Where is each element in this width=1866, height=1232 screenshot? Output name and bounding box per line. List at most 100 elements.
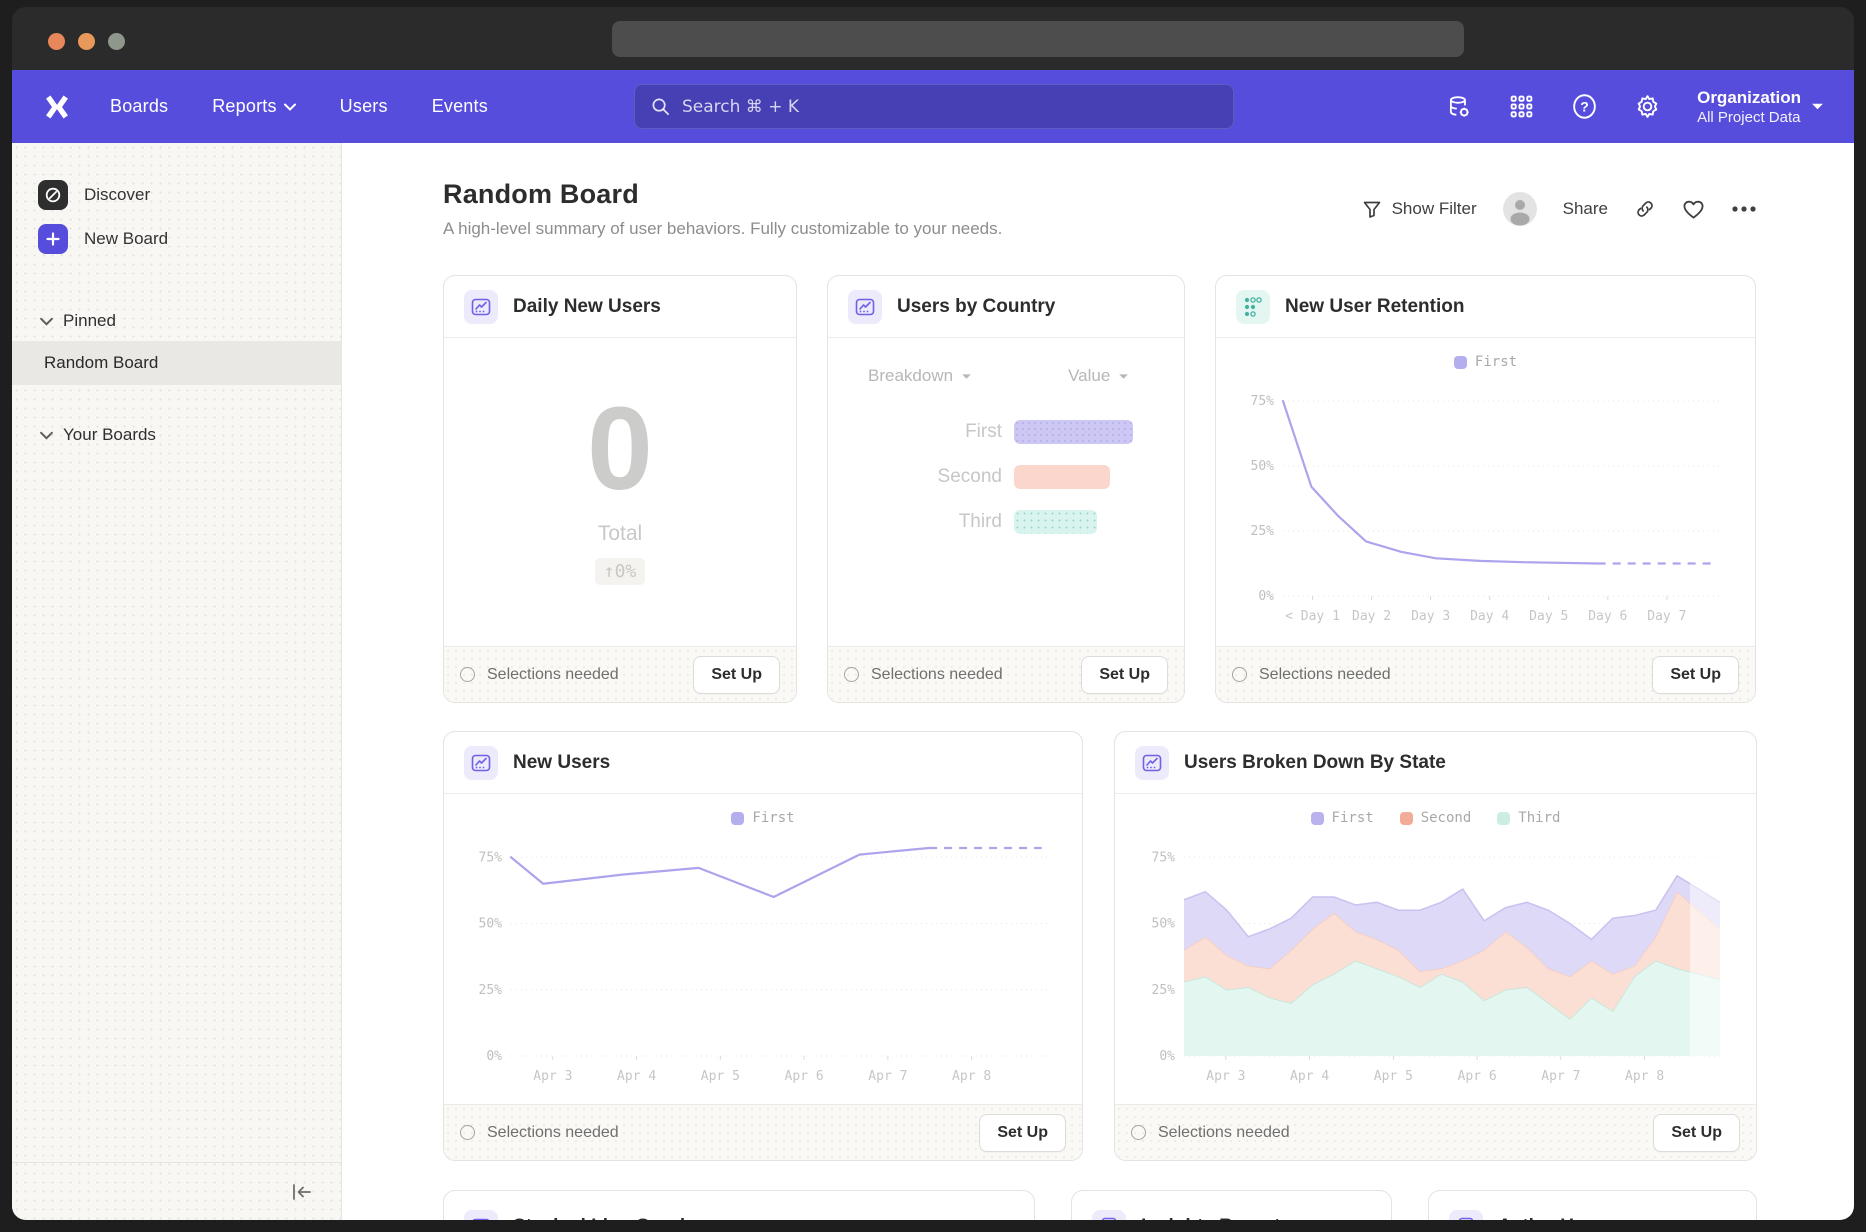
avatar[interactable] bbox=[1503, 192, 1537, 226]
nav-item-events[interactable]: Events bbox=[432, 96, 488, 117]
status-text: Selections needed bbox=[487, 666, 619, 684]
legend-label: Third bbox=[1518, 810, 1560, 826]
bar-second[interactable] bbox=[1014, 465, 1110, 489]
sidebar-item-new-board[interactable]: New Board bbox=[12, 217, 341, 261]
collapse-sidebar-icon[interactable] bbox=[291, 1183, 313, 1201]
line-chart-icon bbox=[1135, 746, 1169, 780]
card-title: Insights Report bbox=[1141, 1216, 1280, 1220]
card-title: New Users bbox=[513, 752, 610, 774]
sidebar-item-discover[interactable]: Discover bbox=[12, 173, 341, 217]
by-state-area-chart[interactable]: 0%25%50%75%Apr 3Apr 4Apr 5Apr 6Apr 7Apr … bbox=[1134, 832, 1738, 1088]
svg-text:Apr 6: Apr 6 bbox=[785, 1069, 824, 1084]
line-chart-icon bbox=[848, 290, 882, 324]
sidebar-item-label: Random Board bbox=[44, 353, 158, 373]
chevron-down-icon bbox=[40, 317, 53, 326]
set-up-button[interactable]: Set Up bbox=[1081, 656, 1168, 694]
legend-item[interactable]: First bbox=[731, 810, 794, 826]
bar-first[interactable] bbox=[1014, 420, 1133, 444]
chevron-down-icon bbox=[284, 103, 296, 111]
legend-label: First bbox=[1332, 810, 1374, 826]
sidebar-footer bbox=[12, 1162, 341, 1220]
svg-text:?: ? bbox=[1580, 98, 1589, 114]
nav-item-users[interactable]: Users bbox=[340, 96, 388, 117]
global-search-input[interactable]: Search ⌘ + K bbox=[634, 84, 1234, 129]
value-dropdown[interactable]: Value bbox=[1068, 366, 1129, 386]
help-icon[interactable]: ? bbox=[1571, 93, 1598, 120]
bar-label: First bbox=[854, 421, 1002, 443]
svg-text:50%: 50% bbox=[1251, 459, 1275, 474]
svg-text:Day 6: Day 6 bbox=[1588, 609, 1627, 624]
svg-text:Day 3: Day 3 bbox=[1411, 609, 1450, 624]
set-up-button[interactable]: Set Up bbox=[979, 1114, 1066, 1152]
card-daily-new-users: Daily New Users 0 Total ↑0% Selections n… bbox=[443, 275, 797, 703]
apps-grid-icon[interactable] bbox=[1508, 93, 1535, 120]
more-options-button[interactable] bbox=[1731, 205, 1757, 213]
status-text: Selections needed bbox=[1158, 1124, 1290, 1142]
zoom-window-button[interactable] bbox=[108, 33, 125, 50]
value-label: Value bbox=[1068, 366, 1110, 386]
svg-text:Apr 8: Apr 8 bbox=[1625, 1069, 1664, 1084]
mixpanel-logo-icon[interactable] bbox=[42, 92, 72, 122]
legend-swatch bbox=[1497, 812, 1510, 825]
favorite-button[interactable] bbox=[1682, 199, 1705, 220]
heart-icon bbox=[1682, 199, 1705, 220]
legend-label: First bbox=[752, 810, 794, 826]
svg-text:Day 4: Day 4 bbox=[1470, 609, 1509, 624]
card-title: Stacked Line Graph bbox=[513, 1216, 691, 1220]
sidebar-section-pinned[interactable]: Pinned bbox=[12, 301, 341, 341]
close-window-button[interactable] bbox=[48, 33, 65, 50]
card-users-by-state: Users Broken Down By State First Second Th… bbox=[1114, 731, 1757, 1161]
svg-text:Apr 7: Apr 7 bbox=[868, 1069, 907, 1084]
minimize-window-button[interactable] bbox=[78, 33, 95, 50]
svg-text:Apr 3: Apr 3 bbox=[1206, 1069, 1245, 1084]
set-up-button[interactable]: Set Up bbox=[693, 656, 780, 694]
discover-compass-icon bbox=[38, 180, 68, 210]
bar-third[interactable] bbox=[1014, 510, 1097, 534]
set-up-button[interactable]: Set Up bbox=[1653, 1114, 1740, 1152]
show-filter-button[interactable]: Show Filter bbox=[1362, 199, 1477, 219]
card-new-user-retention: New User Retention First 0%25%50%75%< Da… bbox=[1215, 275, 1756, 703]
new-users-line-chart[interactable]: 0%25%50%75%Apr 3Apr 4Apr 5Apr 6Apr 7Apr … bbox=[461, 832, 1065, 1088]
svg-text:75%: 75% bbox=[1151, 850, 1175, 865]
legend-item[interactable]: First bbox=[1454, 354, 1517, 370]
svg-text:Day 2: Day 2 bbox=[1352, 609, 1391, 624]
retention-line-chart[interactable]: 0%25%50%75%< Day 1Day 2Day 3Day 4Day 5Da… bbox=[1233, 376, 1738, 628]
sidebar-item-label: New Board bbox=[84, 229, 168, 249]
section-label: Your Boards bbox=[63, 425, 156, 445]
svg-text:Apr 8: Apr 8 bbox=[952, 1069, 991, 1084]
chart-legend: First Second Third bbox=[1115, 808, 1756, 828]
copy-link-button[interactable] bbox=[1634, 198, 1656, 220]
legend-item[interactable]: Third bbox=[1497, 810, 1560, 826]
card-title: Users Broken Down By State bbox=[1184, 752, 1446, 774]
chevron-down-icon bbox=[961, 373, 972, 380]
data-management-icon[interactable] bbox=[1445, 93, 1472, 120]
breakdown-dropdown[interactable]: Breakdown bbox=[868, 366, 972, 386]
sidebar-section-your-boards[interactable]: Your Boards bbox=[12, 415, 341, 455]
status-circle-icon bbox=[460, 667, 475, 682]
sidebar-item-random-board[interactable]: Random Board bbox=[12, 341, 341, 385]
svg-text:75%: 75% bbox=[1251, 394, 1275, 409]
card-new-users: New Users First 0%25%50%75%Apr 3Apr 4Apr… bbox=[443, 731, 1083, 1161]
card-title: Active Users bbox=[1498, 1216, 1613, 1220]
nav-item-reports[interactable]: Reports bbox=[212, 96, 295, 117]
nav-item-boards[interactable]: Boards bbox=[110, 96, 168, 117]
svg-text:50%: 50% bbox=[479, 917, 503, 932]
legend-swatch bbox=[731, 812, 744, 825]
set-up-button[interactable]: Set Up bbox=[1652, 656, 1739, 694]
share-button[interactable]: Share bbox=[1563, 199, 1608, 219]
status-circle-icon bbox=[844, 667, 859, 682]
legend-item[interactable]: Second bbox=[1400, 810, 1472, 826]
legend-label: Second bbox=[1421, 810, 1472, 826]
status-circle-icon bbox=[460, 1125, 475, 1140]
page-title: Random Board bbox=[443, 179, 1002, 210]
legend-item[interactable]: First bbox=[1311, 810, 1374, 826]
settings-gear-icon[interactable] bbox=[1634, 93, 1661, 120]
browser-address-bar[interactable] bbox=[612, 21, 1464, 57]
organization-switcher[interactable]: Organization All Project Data bbox=[1697, 87, 1824, 127]
svg-text:Day 5: Day 5 bbox=[1529, 609, 1568, 624]
organization-name: Organization bbox=[1697, 87, 1801, 108]
nav-item-label: Users bbox=[340, 96, 388, 117]
organization-project: All Project Data bbox=[1697, 108, 1801, 127]
svg-text:Apr 7: Apr 7 bbox=[1541, 1069, 1580, 1084]
board-main-area: Random Board A high-level summary of use… bbox=[342, 143, 1854, 1220]
